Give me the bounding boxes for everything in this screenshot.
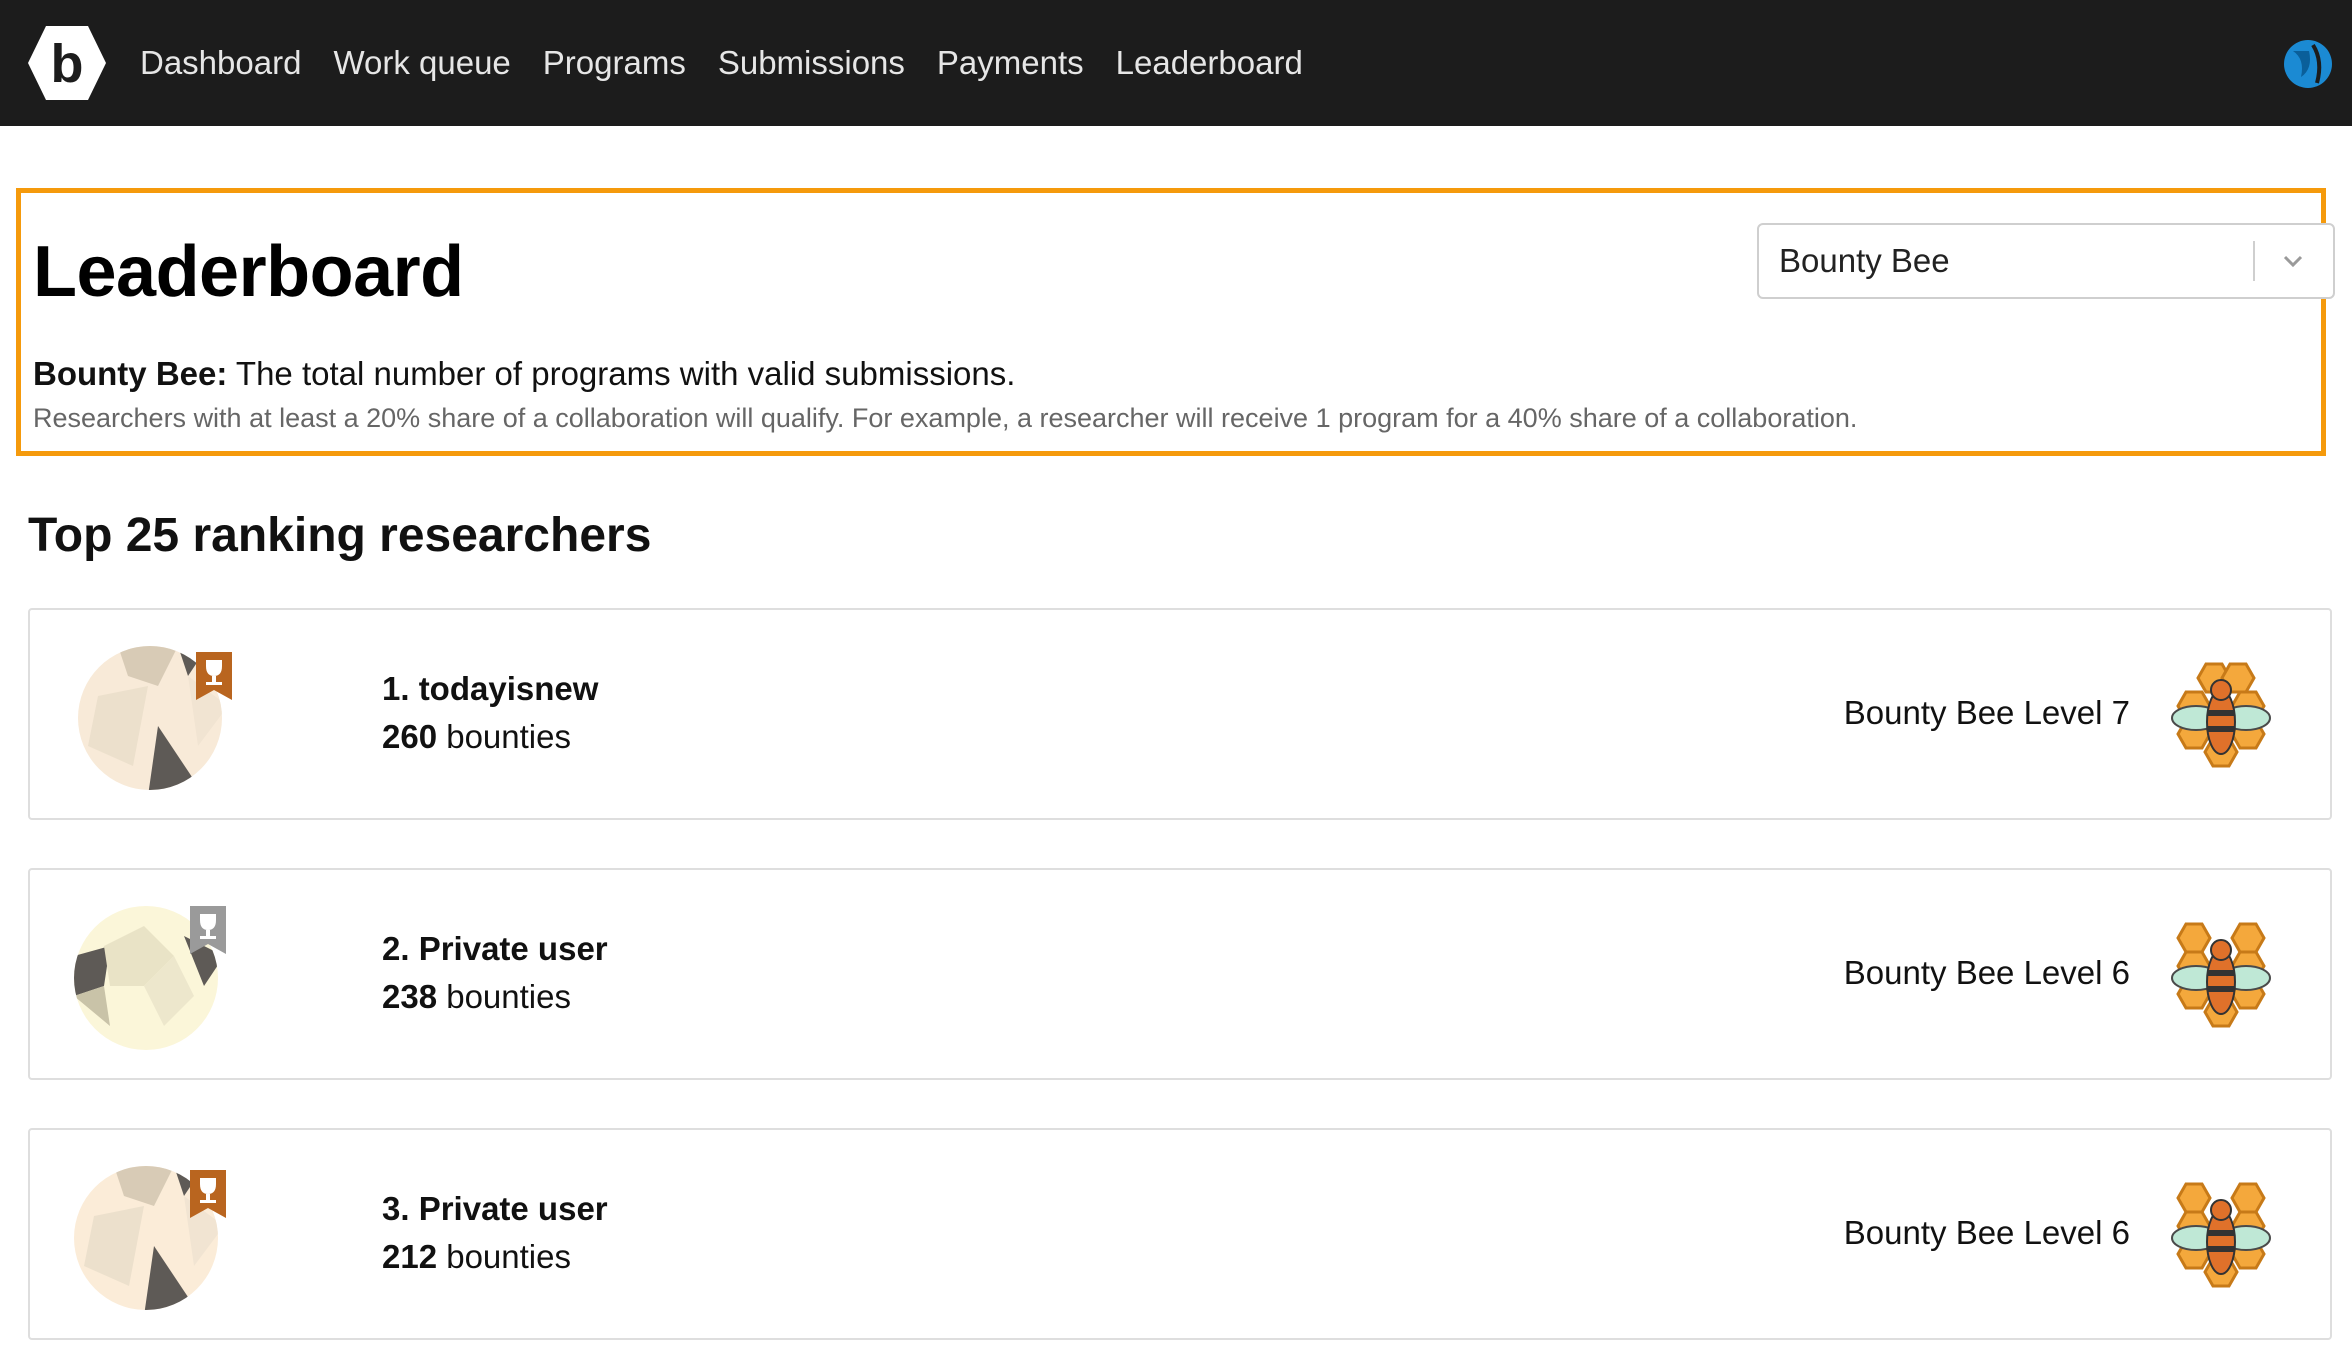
researcher-rank-name[interactable]: 3. Private user xyxy=(382,1190,608,1228)
bounty-bee-badge-icon xyxy=(2171,1182,2271,1288)
bounty-count-value: 238 xyxy=(382,978,438,1015)
researcher-card[interactable]: 1. todayisnew 260 bounties Bounty Bee Le… xyxy=(28,608,2332,820)
bounty-count-unit: bounties xyxy=(437,978,571,1015)
page-title: Leaderboard xyxy=(33,232,464,312)
metric-description: Bounty Bee: The total number of programs… xyxy=(33,355,1015,393)
researcher-bounty-count: 212 bounties xyxy=(382,1238,571,1276)
svg-text:b: b xyxy=(51,34,84,94)
main-nav-links: Dashboard Work queue Programs Submission… xyxy=(140,0,1335,126)
researcher-bounty-count: 238 bounties xyxy=(382,978,571,1016)
researcher-bounty-count: 260 bounties xyxy=(382,718,571,756)
bounty-bee-badge-icon xyxy=(2171,922,2271,1028)
nav-link-payments[interactable]: Payments xyxy=(937,44,1084,82)
researcher-rank-name[interactable]: 1. todayisnew xyxy=(382,670,598,708)
researcher-avatar-icon xyxy=(78,646,232,790)
nav-link-programs[interactable]: Programs xyxy=(543,44,686,82)
metric-qualification-note: Researchers with at least a 20% share of… xyxy=(33,403,1858,433)
nav-link-submissions[interactable]: Submissions xyxy=(718,44,905,82)
bounty-count-unit: bounties xyxy=(437,1238,571,1275)
user-avatar-icon[interactable] xyxy=(2283,39,2333,89)
metric-description-text: The total number of programs with valid … xyxy=(227,355,1016,392)
metric-select-value: Bounty Bee xyxy=(1779,242,1950,279)
metric-name-label: Bounty Bee: xyxy=(33,355,228,392)
bounty-bee-badge-icon xyxy=(2171,662,2271,768)
researcher-avatar-icon xyxy=(74,1166,226,1310)
select-divider xyxy=(2253,241,2255,281)
bounty-count-value: 212 xyxy=(382,1238,438,1275)
nav-link-leaderboard[interactable]: Leaderboard xyxy=(1116,44,1303,82)
chevron-down-icon[interactable] xyxy=(2273,241,2313,281)
researcher-level-label: Bounty Bee Level 6 xyxy=(1843,1214,2130,1251)
top-navigation-bar: b Dashboard Work queue Programs Submissi… xyxy=(0,0,2352,126)
metric-select-dropdown[interactable]: Bounty Bee xyxy=(1757,223,2335,299)
ranking-section-title: Top 25 ranking researchers xyxy=(28,509,652,562)
bounty-count-value: 260 xyxy=(382,718,438,755)
bounty-count-unit: bounties xyxy=(437,718,571,755)
bugcrowd-logo-icon[interactable]: b xyxy=(26,22,108,104)
researcher-rank-name[interactable]: 2. Private user xyxy=(382,930,608,968)
researcher-card[interactable]: 2. Private user 238 bounties Bounty Bee … xyxy=(28,868,2332,1080)
researcher-card[interactable]: 3. Private user 212 bounties Bounty Bee … xyxy=(28,1128,2332,1340)
researcher-level-label: Bounty Bee Level 6 xyxy=(1843,954,2130,991)
researcher-avatar-icon xyxy=(74,906,226,1050)
leaderboard-header-panel: Leaderboard Bounty Bee Bounty Bee: The t… xyxy=(16,188,2335,456)
nav-link-work-queue[interactable]: Work queue xyxy=(333,44,510,82)
nav-link-dashboard[interactable]: Dashboard xyxy=(140,44,301,82)
researcher-level-label: Bounty Bee Level 7 xyxy=(1843,694,2130,731)
